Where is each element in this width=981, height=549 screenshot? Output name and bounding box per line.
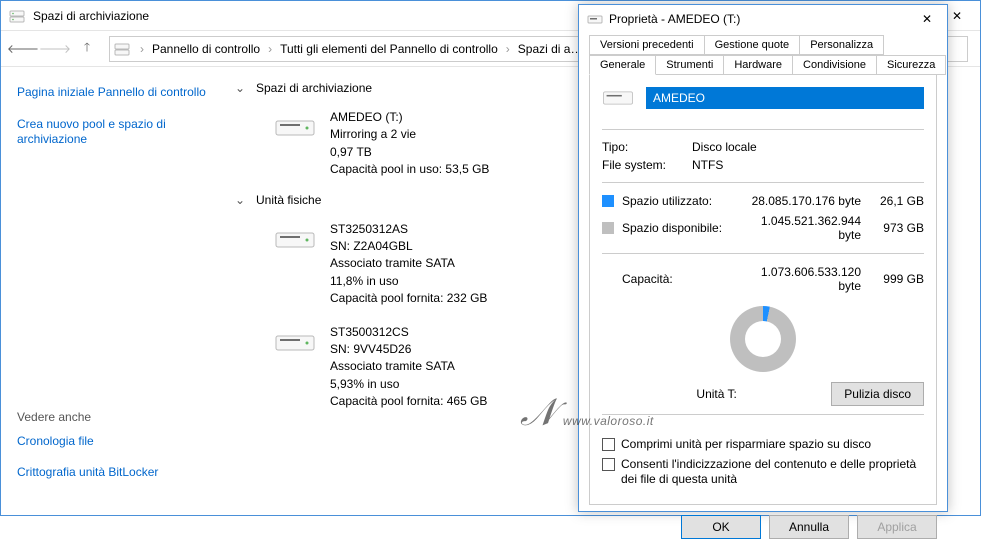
tab-tools[interactable]: Strumenti <box>655 55 724 75</box>
breadcrumb-item[interactable]: Spazi di a… <box>516 40 585 58</box>
drive-icon <box>274 225 316 253</box>
cancel-button[interactable]: Annulla <box>769 515 849 539</box>
sidebar-link-home[interactable]: Pagina iniziale Pannello di controllo <box>17 85 210 101</box>
tab-panel-general: AMEDEO Tipo:Disco locale File system:NTF… <box>589 74 937 505</box>
apply-button[interactable]: Applica <box>857 515 937 539</box>
free-swatch <box>602 222 614 234</box>
storage-spaces-icon <box>9 8 25 24</box>
usage-pie-chart <box>730 306 796 372</box>
drive-icon <box>274 113 316 141</box>
drive-icon <box>602 87 634 109</box>
index-checkbox[interactable] <box>602 458 615 471</box>
tab-sharing[interactable]: Condivisione <box>792 55 877 75</box>
watermark: 𝒩www.valoroso.it <box>520 392 654 435</box>
dialog-titlebar: Proprietà - AMEDEO (T:) ✕ <box>579 5 947 33</box>
volume-name-input[interactable]: AMEDEO <box>646 87 924 109</box>
dialog-buttons: OK Annulla Applica <box>579 505 947 549</box>
see-also-label: Vedere anche <box>17 410 210 424</box>
tab-security[interactable]: Sicurezza <box>876 55 946 75</box>
up-button[interactable]: 🡑 <box>73 35 101 63</box>
sidebar: Pagina iniziale Pannello di controllo Cr… <box>1 67 226 515</box>
drive-icon <box>587 11 603 27</box>
tabs-row-bottom: Generale Strumenti Hardware Condivisione… <box>589 55 937 75</box>
tabs-row-top: Versioni precedenti Gestione quote Perso… <box>589 35 937 55</box>
sidebar-link-bitlocker[interactable]: Crittografia unità BitLocker <box>17 465 210 481</box>
chevron-down-icon: ⌄ <box>232 81 248 95</box>
back-button[interactable]: 🡐 <box>9 35 37 63</box>
disk-cleanup-button[interactable]: Pulizia disco <box>831 382 924 406</box>
breadcrumb-item[interactable]: Pannello di controllo <box>150 40 262 58</box>
breadcrumb-item[interactable]: Tutti gli elementi del Pannello di contr… <box>278 40 500 58</box>
dialog-title: Proprietà - AMEDEO (T:) <box>609 12 907 26</box>
ok-button[interactable]: OK <box>681 515 761 539</box>
tab-quota[interactable]: Gestione quote <box>704 35 801 55</box>
sidebar-link-file-history[interactable]: Cronologia file <box>17 434 210 450</box>
sidebar-link-create-pool[interactable]: Crea nuovo pool e spazio di archiviazion… <box>17 117 210 148</box>
tab-previous-versions[interactable]: Versioni precedenti <box>589 35 705 55</box>
compress-checkbox[interactable] <box>602 438 615 451</box>
properties-dialog: Proprietà - AMEDEO (T:) ✕ Versioni prece… <box>578 4 948 512</box>
used-swatch <box>602 195 614 207</box>
tab-customize[interactable]: Personalizza <box>799 35 884 55</box>
dialog-close-button[interactable]: ✕ <box>907 5 947 33</box>
drive-icon <box>274 328 316 356</box>
tab-general[interactable]: Generale <box>589 55 656 75</box>
storage-icon <box>114 41 130 57</box>
tab-hardware[interactable]: Hardware <box>723 55 793 75</box>
forward-button[interactable]: 🡒 <box>41 35 69 63</box>
chevron-down-icon: ⌄ <box>232 193 248 207</box>
